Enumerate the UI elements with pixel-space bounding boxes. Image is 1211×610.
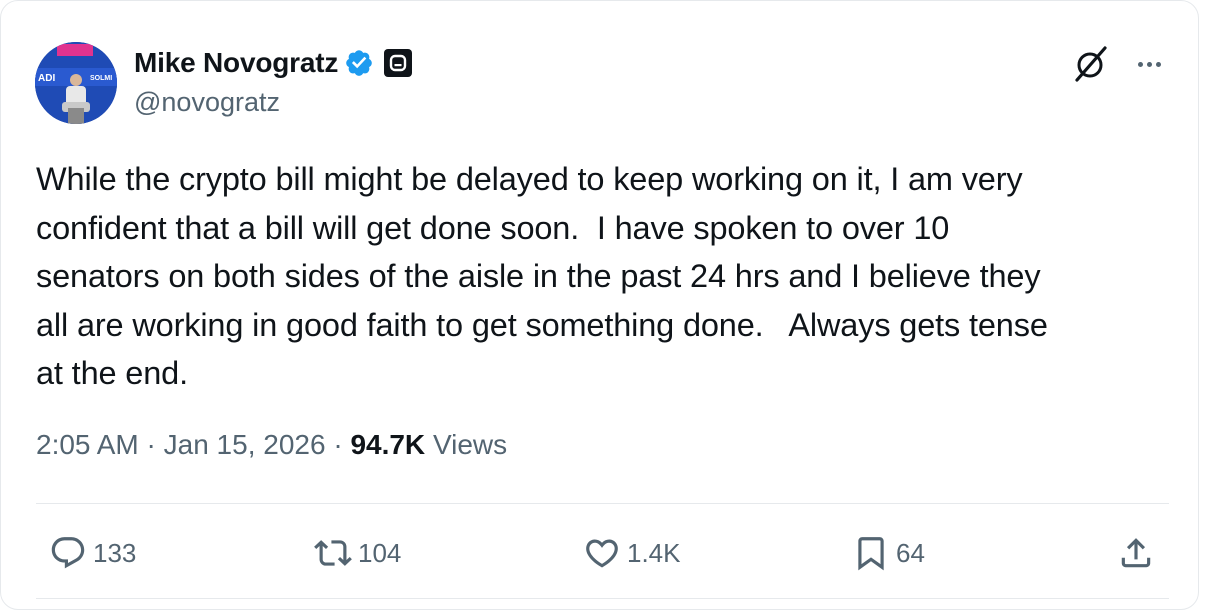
svg-text:ADI: ADI xyxy=(38,73,55,84)
bookmark-icon xyxy=(858,537,884,571)
tweet-card: ADI SOLMI Mike Novogratz @novogratz Whil… xyxy=(0,0,1199,610)
views-label: Views xyxy=(432,429,508,460)
author-name[interactable]: Mike Novogratz xyxy=(134,47,338,79)
author-handle[interactable]: @novogratz xyxy=(134,87,280,118)
verified-badge-icon[interactable] xyxy=(344,48,374,78)
meta-separator: · xyxy=(146,429,156,460)
tweet-date[interactable]: Jan 15, 2026 xyxy=(164,429,326,460)
heart-icon xyxy=(586,539,618,568)
more-icon[interactable] xyxy=(1129,49,1169,79)
tweet-meta: 2:05 AM · Jan 15, 2026 · 94.7K Views xyxy=(36,429,507,461)
reply-button[interactable]: 133 xyxy=(49,531,136,575)
more-dot xyxy=(1155,61,1161,67)
tweet-time[interactable]: 2:05 AM xyxy=(36,429,139,460)
bookmark-count: 64 xyxy=(896,537,925,568)
views-count: 94.7K xyxy=(350,429,426,460)
author-header: Mike Novogratz xyxy=(134,43,413,83)
affiliation-badge-icon[interactable] xyxy=(384,49,413,77)
author-avatar[interactable]: ADI SOLMI xyxy=(35,42,117,124)
meta-separator: · xyxy=(333,429,343,460)
like-count: 1.4K xyxy=(627,537,681,568)
tweet-text: While the crypto bill might be delayed t… xyxy=(36,161,1048,391)
grok-icon[interactable] xyxy=(1071,44,1111,84)
repost-icon xyxy=(314,540,352,566)
divider xyxy=(36,503,1169,504)
reply-icon xyxy=(51,537,85,569)
more-dot xyxy=(1146,61,1152,67)
bookmark-button[interactable]: 64 xyxy=(852,531,925,575)
share-icon xyxy=(1121,538,1151,568)
share-button[interactable] xyxy=(1117,531,1155,575)
affiliation-logo-icon xyxy=(389,54,407,72)
more-dot xyxy=(1137,61,1143,67)
svg-text:SOLMI: SOLMI xyxy=(90,75,112,82)
like-button[interactable]: 1.4K xyxy=(583,531,681,575)
avatar-photo: ADI SOLMI xyxy=(35,42,117,124)
repost-button[interactable]: 104 xyxy=(314,531,401,575)
repost-count: 104 xyxy=(358,537,402,568)
reply-count: 133 xyxy=(93,537,137,568)
divider xyxy=(36,598,1169,599)
